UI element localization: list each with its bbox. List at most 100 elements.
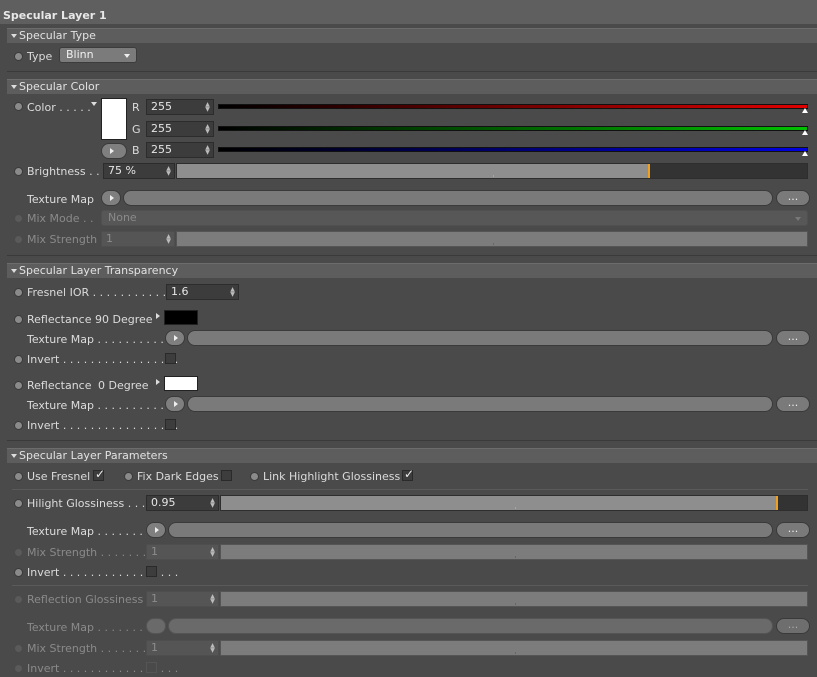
mix-strength-radio[interactable] [14, 644, 23, 653]
texture-map-button[interactable] [146, 522, 166, 538]
mix-strength-spinner[interactable] [210, 643, 215, 653]
texture-map-field[interactable] [187, 330, 773, 346]
texture-map-button[interactable] [146, 618, 166, 634]
invert-radio[interactable] [14, 568, 23, 577]
hilight-gloss-spinner[interactable] [210, 498, 215, 508]
mix-strength-spinner[interactable] [210, 547, 215, 557]
color-texture-button[interactable] [101, 143, 127, 159]
b-slider[interactable] [218, 147, 808, 152]
fresnel-ior-spinner[interactable] [230, 287, 235, 297]
refl90-swatch[interactable] [164, 310, 198, 325]
r-label: R [132, 101, 140, 114]
color-swatch[interactable] [101, 98, 127, 140]
collapse-icon [11, 85, 17, 89]
link-highlight-radio[interactable] [250, 472, 259, 481]
mix-strength-spinner[interactable] [166, 234, 171, 244]
fix-dark-edges-checkbox[interactable] [221, 470, 232, 481]
color-radio[interactable] [14, 102, 23, 111]
texture-map-label: Texture Map [27, 193, 94, 206]
mix-strength-radio[interactable] [14, 235, 23, 244]
brightness-radio[interactable] [14, 167, 23, 176]
hilight-gloss-field[interactable]: 0.95 [146, 495, 219, 511]
brightness-spinner[interactable] [166, 166, 171, 176]
invert-checkbox[interactable] [165, 353, 176, 364]
r-field[interactable]: 255 [146, 99, 214, 115]
hilight-gloss-slider[interactable] [220, 495, 808, 511]
texture-map-browse-button[interactable]: ... [776, 522, 810, 538]
fix-dark-edges-radio[interactable] [124, 472, 133, 481]
link-highlight-checkbox[interactable]: ✓ [402, 467, 414, 481]
mix-strength-slider[interactable] [220, 640, 808, 656]
brightness-slider[interactable] [176, 163, 808, 179]
texture-map-browse-button[interactable]: ... [776, 618, 810, 634]
texture-map-button[interactable] [101, 190, 121, 206]
refl-gloss-field[interactable]: 1 [146, 591, 219, 607]
texture-map-browse-button[interactable]: ... [776, 330, 810, 346]
mix-strength-label: Mix Strength [27, 233, 98, 246]
texture-map-label: Texture Map . . . . . . . . . . [27, 621, 164, 634]
texture-map-label: Texture Map . . . . . . . . . . [27, 399, 164, 412]
mix-mode-dropdown[interactable]: None [101, 210, 808, 226]
refl90-radio[interactable] [14, 315, 23, 324]
type-radio[interactable] [14, 52, 23, 61]
texture-map-browse-button[interactable]: ... [776, 190, 810, 206]
refl-gloss-slider[interactable] [220, 591, 808, 607]
refl0-expand-icon[interactable] [156, 379, 160, 385]
r-slider[interactable] [218, 104, 808, 109]
g-slider[interactable] [218, 126, 808, 131]
refl0-swatch[interactable] [164, 376, 198, 391]
mix-strength-slider[interactable] [176, 231, 808, 247]
color-menu-icon[interactable] [91, 102, 97, 106]
texture-map-field[interactable] [123, 190, 773, 206]
refl0-radio[interactable] [14, 381, 23, 390]
texture-map-button[interactable] [165, 330, 185, 346]
mix-strength-field[interactable]: 1 [101, 231, 175, 247]
mix-mode-radio[interactable] [14, 214, 23, 223]
mix-strength-radio[interactable] [14, 548, 23, 557]
brightness-label: Brightness . . [27, 165, 100, 178]
refl-gloss-radio[interactable] [14, 595, 23, 604]
refl90-expand-icon[interactable] [156, 313, 160, 319]
section-specular-parameters[interactable]: Specular Layer Parameters [7, 448, 817, 463]
b-slider-marker[interactable] [802, 151, 808, 156]
invert-radio[interactable] [14, 355, 23, 364]
texture-map-label: Texture Map . . . . . . . . . . [27, 525, 164, 538]
g-spinner[interactable] [205, 124, 210, 134]
texture-map-field[interactable] [187, 396, 773, 412]
section-specular-transparency[interactable]: Specular Layer Transparency [7, 263, 817, 278]
fresnel-ior-radio[interactable] [14, 288, 23, 297]
mix-strength-field[interactable]: 1 [146, 544, 219, 560]
collapse-icon [11, 454, 17, 458]
g-slider-marker[interactable] [802, 130, 808, 135]
use-fresnel-radio[interactable] [14, 472, 23, 481]
mix-strength-slider[interactable] [220, 544, 808, 560]
mix-strength-field[interactable]: 1 [146, 640, 219, 656]
g-field[interactable]: 255 [146, 121, 214, 137]
refl-gloss-spinner[interactable] [210, 594, 215, 604]
texture-map-button[interactable] [165, 396, 185, 412]
brightness-field[interactable]: 75 % [103, 163, 175, 179]
r-slider-marker[interactable] [802, 108, 808, 113]
texture-map-field[interactable] [168, 522, 773, 538]
r-spinner[interactable] [205, 102, 210, 112]
type-dropdown[interactable]: Blinn [59, 47, 137, 63]
hilight-gloss-radio[interactable] [14, 499, 23, 508]
invert-label: Invert . . . . . . . . . . . . . . . . . [27, 353, 179, 366]
use-fresnel-checkbox[interactable]: ✓ [93, 467, 105, 481]
texture-map-label: Texture Map . . . . . . . . . . [27, 333, 164, 346]
section-specular-type[interactable]: Specular Type [7, 28, 817, 43]
invert-checkbox[interactable] [165, 419, 176, 430]
invert-checkbox[interactable] [146, 566, 157, 577]
invert-checkbox[interactable] [146, 662, 157, 673]
invert-radio[interactable] [14, 421, 23, 430]
section-specular-color[interactable]: Specular Color [7, 79, 817, 94]
invert-radio[interactable] [14, 664, 23, 673]
layer-title: Specular Layer 1 [0, 0, 817, 24]
b-field[interactable]: 255 [146, 142, 214, 158]
b-label: B [132, 144, 140, 157]
fresnel-ior-label: Fresnel IOR . . . . . . . . . . . . [27, 286, 174, 299]
texture-map-browse-button[interactable]: ... [776, 396, 810, 412]
texture-map-field[interactable] [168, 618, 773, 634]
b-spinner[interactable] [205, 145, 210, 155]
fresnel-ior-field[interactable]: 1.6 [166, 284, 239, 300]
